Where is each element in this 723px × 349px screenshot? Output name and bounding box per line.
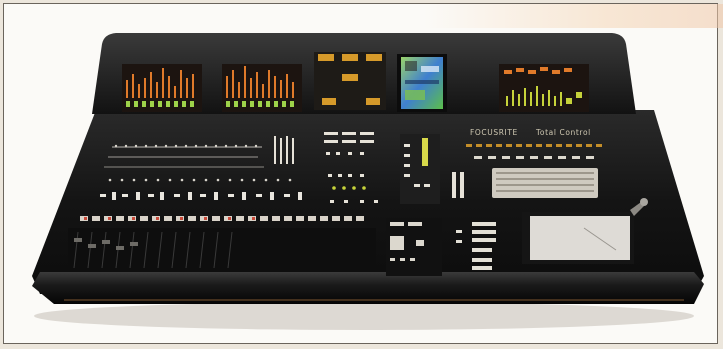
touchpad [530,216,630,260]
brand-label: FOCUSRITE [470,128,518,137]
photo-frame: FOCUSRITE Total Control [3,3,723,344]
console-shadow [34,302,694,330]
center-display-screen [397,54,447,112]
brand-model-label: Total Control [535,128,591,137]
meter-group-left-1 [122,64,202,112]
meter-group-left-2 [222,64,302,112]
meter-group-right [499,64,589,112]
center-lamp-panel [314,52,386,110]
console-photo: FOCUSRITE Total Control [32,33,704,330]
joystick [640,198,648,206]
fader-bay [68,228,376,272]
